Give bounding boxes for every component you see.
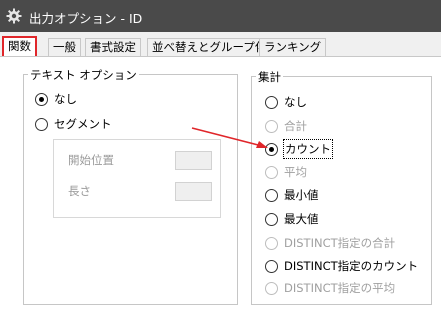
annotation-arrow-icon <box>191 127 268 148</box>
